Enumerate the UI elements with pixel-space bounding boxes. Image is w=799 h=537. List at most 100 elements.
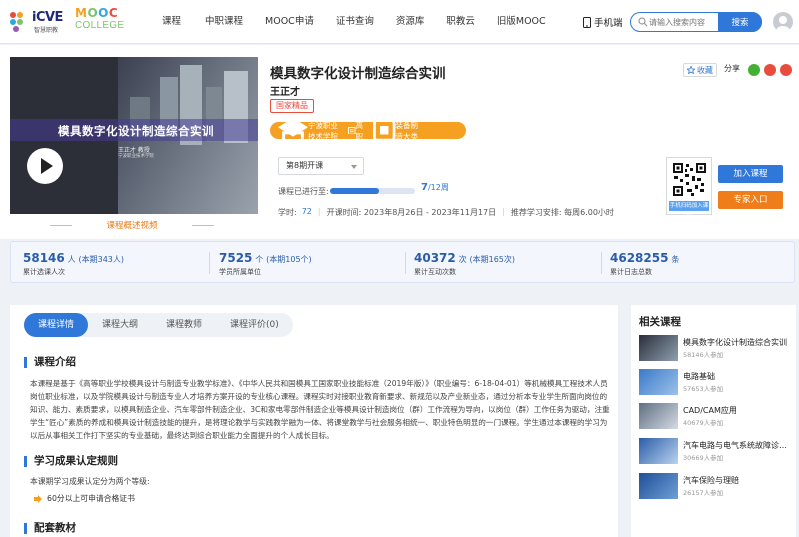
favorite-button[interactable]: 收藏 [683, 63, 717, 77]
rules-heading: 学习成果认定规则 [24, 456, 118, 467]
stat-enrollments-extra: (本期343人) [78, 255, 125, 264]
college-logo-text: COLLEGE [75, 20, 125, 31]
tab-course-detail[interactable]: 课程详情 [24, 313, 89, 337]
stat-organizations-label: 学员所属单位 [219, 268, 261, 276]
search-input[interactable] [649, 15, 713, 29]
meta-divider: | [502, 207, 505, 216]
qr-code-label: 手机扫码加入课程 [669, 201, 709, 219]
related-heading: 相关课程 [639, 316, 681, 328]
search-box: 搜索 [630, 12, 762, 32]
icve-brand-text: iCVE [32, 10, 63, 25]
avatar[interactable] [773, 12, 793, 32]
related-course-item[interactable]: 电路基础 57653人参加 [639, 369, 794, 397]
related-courses: 相关课程 模具数字化设计制造综合实训 58146人参加 电路基础 57653人参… [631, 305, 796, 537]
rule-item-text: 60分以上可申请合格证书 [47, 494, 135, 503]
related-course-thumb [639, 369, 678, 395]
tag-school[interactable]: 宁波职业技术学院 [278, 116, 338, 146]
detail-tabs: 课程详情 课程大纲 课程教师 课程评价(0) [24, 313, 293, 337]
video-caption: 课程概述视频 [50, 219, 214, 231]
tag-category-label: 装备制造大类 [395, 120, 419, 141]
related-course-title: 汽车电路与电气系统故障诊… [683, 441, 787, 450]
course-summary-card: 模具数字化设计制造综合实训 王正才 教授 宁波职业技术学院 课程概述视频 模具数… [0, 45, 799, 239]
tag-school-label: 宁波职业技术学院 [308, 120, 338, 141]
search-button[interactable]: 搜索 [718, 12, 762, 32]
stat-interactions-value: 40372 [414, 251, 456, 265]
tag-level[interactable]: 高职 [348, 120, 363, 142]
qr-code-icon [672, 162, 707, 197]
progress-value: 7/12周 [421, 182, 449, 193]
study-arrangement: 推荐学习安排: 每周6.00小时 [510, 208, 614, 217]
progress-bar-fill [330, 188, 380, 194]
progress-current-week: 7 [421, 182, 428, 193]
related-course-item[interactable]: 模具数字化设计制造综合实训 58146人参加 [639, 335, 794, 363]
join-course-button[interactable]: 加入课程 [718, 165, 783, 183]
school-icon [278, 117, 308, 146]
stat-interactions-extra: (本期165次) [469, 255, 516, 264]
related-course-title: 电路基础 [683, 372, 715, 381]
play-button-icon[interactable] [27, 148, 63, 184]
stat-organizations-extra: (本期105个) [266, 255, 312, 264]
nav-certificate-query[interactable]: 证书查询 [336, 0, 374, 44]
stat-divider [601, 252, 602, 274]
icve-logo[interactable]: iCVE 智慧职教 [10, 10, 68, 34]
mooc-college-logo[interactable]: MOOC COLLEGE [75, 6, 131, 36]
stat-organizations: 7525 个 (本期105个) 学员所属单位 [219, 251, 312, 277]
rules-text: 本课期学习成果认定分为两个等级: [30, 477, 150, 486]
related-course-title: 模具数字化设计制造综合实训 [683, 338, 787, 347]
related-course-item[interactable]: 汽车保险与理赔 26157人参加 [639, 473, 794, 501]
mooc-logo-text: MOOC [75, 6, 131, 20]
expert-entry-button[interactable]: 专家入口 [718, 191, 783, 209]
tab-course-outline[interactable]: 课程大纲 [88, 313, 152, 337]
level-icon [348, 126, 356, 135]
stat-divider [405, 252, 406, 274]
related-course-count: 30669人参加 [683, 454, 724, 462]
nav-resource-library[interactable]: 资源库 [396, 0, 425, 44]
progress-bar [330, 188, 415, 194]
phone-icon [583, 16, 591, 28]
related-course-title: CAD/CAM应用 [683, 406, 737, 415]
nav-mooc-apply[interactable]: MOOC申请 [265, 0, 314, 44]
chevron-down-icon [351, 165, 357, 169]
nav-course[interactable]: 课程 [162, 0, 181, 44]
course-dates: 开课时间: 2023年8月26日 - 2023年11月17日 [326, 208, 497, 217]
mooc-logo-word: MOOC [75, 6, 119, 20]
mobile-link-label: 手机端 [594, 18, 623, 29]
hours-label: 学时: [278, 208, 297, 217]
related-course-thumb [639, 438, 678, 464]
course-teacher[interactable]: 王正才 [270, 83, 300, 98]
arrow-bullet-icon [34, 494, 42, 503]
nav-old-mooc[interactable]: 旧版MOOC [497, 0, 546, 44]
tab-course-reviews[interactable]: 课程评价(0) [216, 313, 293, 337]
favorite-label: 收藏 [697, 65, 713, 75]
user-avatar-icon [776, 16, 790, 32]
icve-brand-sub: 智慧职教 [34, 27, 59, 34]
nav-zhijiao-cloud[interactable]: 职教云 [446, 0, 475, 44]
nav-secondary-course[interactable]: 中职课程 [205, 0, 243, 44]
weibo-share-icon[interactable] [764, 64, 776, 76]
wechat-share-icon[interactable] [748, 64, 760, 76]
related-course-item[interactable]: 汽车电路与电气系统故障诊… 30669人参加 [639, 438, 794, 466]
tag-category[interactable]: 装备制造大类 [373, 119, 418, 142]
course-stats: 58146 人 (本期343人) 累计选课人次 7525 个 (本期105个) … [10, 241, 795, 283]
stat-logs-value: 4628255 [610, 251, 669, 265]
related-course-item[interactable]: CAD/CAM应用 40679人参加 [639, 403, 794, 431]
tag-level-label: 高职 [355, 120, 364, 141]
course-detail-panel: 课程详情 课程大纲 课程教师 课程评价(0) 课程介绍 本课程是基于《高等职业学… [10, 305, 618, 537]
rule-item: 60分以上可申请合格证书 [34, 493, 135, 504]
hours-value: 72 [301, 207, 312, 216]
meta-divider: | [317, 207, 321, 216]
category-icon [373, 119, 396, 142]
progress-label: 课程已进行至: [278, 187, 329, 196]
semester-select[interactable]: 第8期开课 [278, 157, 364, 175]
course-video-player[interactable]: 模具数字化设计制造综合实训 王正才 教授 宁波职业技术学院 [10, 57, 258, 214]
qzone-share-icon[interactable] [780, 64, 792, 76]
tab-course-teachers[interactable]: 课程教师 [152, 313, 216, 337]
intro-heading: 课程介绍 [24, 357, 76, 368]
stat-logs-label: 累计日志总数 [610, 268, 652, 276]
intro-text: 本课程是基于《高等职业学校模具设计与制造专业教学标准》、《中华人民共和国模具工国… [30, 379, 610, 440]
related-course-thumb [639, 473, 678, 499]
stat-divider [209, 252, 210, 274]
mobile-link[interactable]: 手机端 [583, 15, 623, 29]
course-meta: 学时: 72 | 开课时间: 2023年8月26日 - 2023年11月17日 … [278, 207, 614, 218]
related-course-count: 58146人参加 [683, 351, 724, 359]
